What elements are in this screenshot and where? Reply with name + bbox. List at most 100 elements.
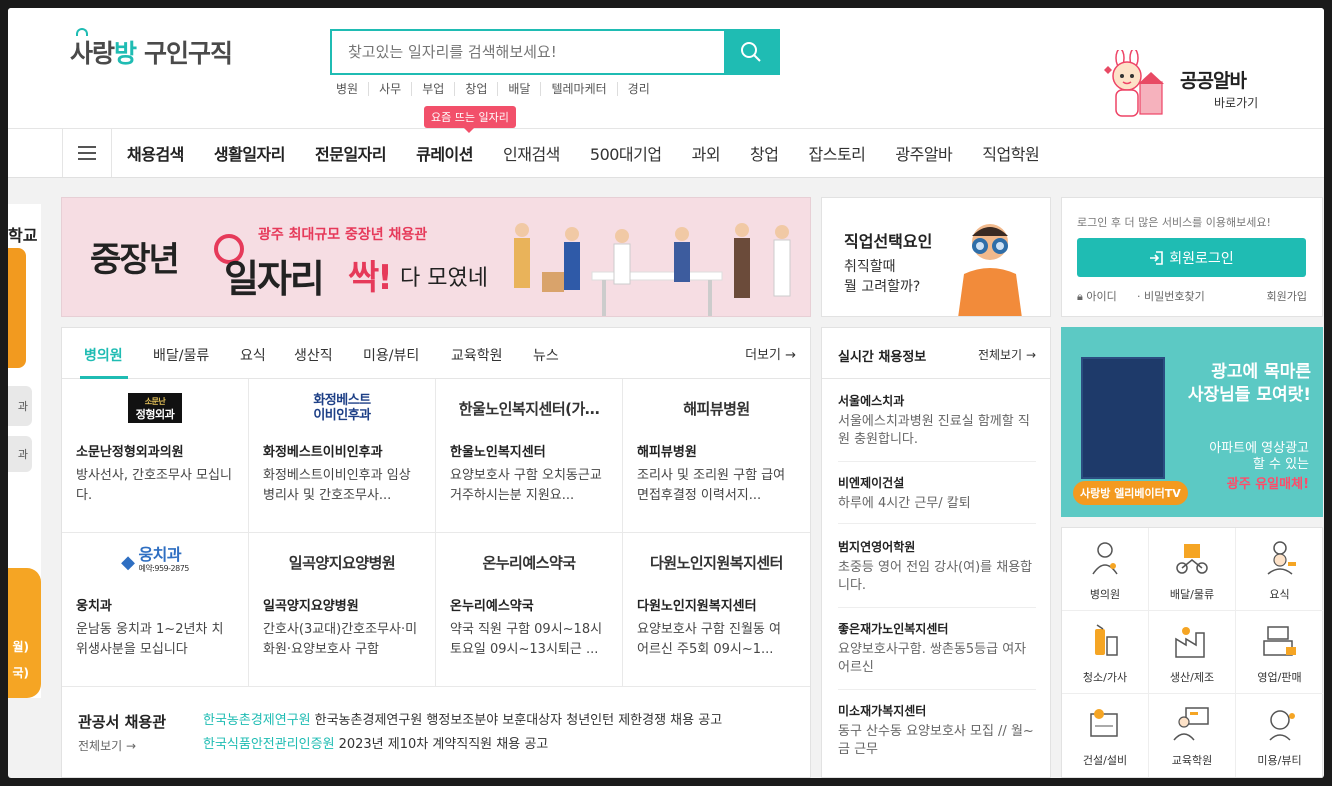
left-side-ad[interactable]: 학교 과 과 월) 국) [8, 204, 41, 698]
quick-link[interactable]: 창업 [454, 82, 497, 96]
find-id-link[interactable]: 🔒︎ 아이디 [1077, 288, 1117, 304]
company-name: 다원노인지원복지센터 [637, 599, 757, 614]
elevator-tv-ad[interactable]: 광고에 목마른 사장님들 모여랏! 아파트에 영상광고 할 수 있는 광주 유일매체… [1061, 327, 1323, 517]
logo-text: 화정베스트 [313, 393, 371, 408]
nav-item[interactable]: 큐레이션 [401, 141, 488, 165]
category-construction[interactable]: 건설/설비 [1062, 694, 1149, 777]
realtime-item[interactable]: 미소재가복지센터 동구 산수동 요양보호사 모집 // 월~금 근무 [838, 702, 1036, 772]
realtime-item[interactable]: 좋은재가노인복지센터 요양보호사구함. 쌍촌동5등급 여자어르신 [838, 620, 1036, 690]
job-card[interactable]: 화정베스트 이비인후과 화정베스트이비인후과 화정베스트이비인후과 임상병리사 … [249, 379, 436, 533]
company-name: 화정베스트이비인후과 [263, 445, 383, 460]
tab-news[interactable]: 뉴스 [533, 345, 559, 365]
search-icon [741, 42, 761, 62]
factory-icon [1175, 627, 1205, 658]
quick-link[interactable]: 텔레마케터 [540, 82, 616, 96]
nav-item[interactable]: 광주알바 [880, 141, 967, 165]
quick-link[interactable]: 배달 [497, 82, 540, 96]
category-delivery[interactable]: 배달/물류 [1149, 528, 1236, 611]
job-card[interactable]: ◆ 웅치과 예약:959-2875 웅치과 운남동 웅치과 1~2년차 치위생사… [62, 533, 249, 687]
search-box [330, 29, 780, 75]
category-tabs: 병의원 배달/물류 요식 생산직 미용/뷰티 교육학원 뉴스 더보기 → [62, 328, 810, 379]
tab-beauty[interactable]: 미용/뷰티 [363, 345, 419, 365]
tab-delivery[interactable]: 배달/물류 [153, 345, 209, 365]
gov-job-title: 한국농촌경제연구원 행정보조분야 보훈대상자 청년인턴 제한경쟁 채용 공고 [314, 713, 723, 728]
job-card[interactable]: 온누리예스약국 온누리예스약국 약국 직원 구함 09시~18시 토요일 09시… [436, 533, 623, 687]
nav-item[interactable]: 잡스토리 [794, 141, 881, 165]
logo-text: 웅치과 [138, 545, 182, 564]
search-button[interactable] [724, 31, 778, 73]
nav-item[interactable]: 채용검색 [112, 141, 199, 165]
divider [822, 378, 1050, 379]
scooter-icon [1176, 544, 1208, 574]
job-card[interactable]: 한울노인복지센터(가… 한울노인복지센터 요양보호사 구함 오치동근교거주하시는… [436, 379, 623, 533]
realtime-all-link[interactable]: 전체보기 → [978, 346, 1036, 363]
tab-hospital[interactable]: 병의원 [84, 345, 123, 365]
quick-link[interactable]: 병원 [336, 82, 368, 96]
side-ad-button[interactable]: 과 [8, 386, 32, 426]
find-pw-link[interactable]: · 비밀번호찾기 [1137, 288, 1205, 304]
nav-item[interactable]: 인재검색 [488, 141, 575, 165]
company-name: 해피뷰병원 [637, 445, 697, 460]
job-card[interactable]: 일곡양지요양병원 일곡양지요양병원 간호사(3교대)간호조무사·미화원·요양보호… [249, 533, 436, 687]
job-factor-card[interactable]: 직업선택요인 취직할때 뭘 고려할까? [821, 197, 1051, 317]
more-link[interactable]: 더보기 → [745, 344, 796, 363]
category-education[interactable]: 교육학원 [1149, 694, 1236, 777]
tab-education[interactable]: 교육학원 [451, 345, 503, 365]
join-link[interactable]: 회원가입 [1267, 288, 1307, 304]
arrow-right-icon: → [1025, 348, 1036, 362]
site-logo[interactable]: 사랑방 구인구직 [70, 28, 233, 70]
side-ad-footer-text: 국) [12, 666, 29, 680]
category-jobs-panel: 병의원 배달/물류 요식 생산직 미용/뷰티 교육학원 뉴스 더보기 → 소문난… [61, 327, 811, 778]
realtime-company: 비엔제이건설 [838, 476, 905, 490]
cleaning-icon [1095, 624, 1118, 656]
quick-link[interactable]: 부업 [411, 82, 454, 96]
job-card[interactable]: 다원노인지원복지센터 다원노인지원복지센터 요양보호사 구함 진월동 여 어르신… [623, 533, 810, 687]
public-job-link[interactable]: 공공알바 바로가기 [1096, 48, 1276, 123]
gov-job-row[interactable]: 한국식품안전관리인증원 2023년 제10차 계약직직원 채용 공고 [203, 733, 548, 752]
side-ad-button[interactable]: 과 [8, 436, 32, 472]
category-cleaning[interactable]: 청소/가사 [1062, 611, 1149, 694]
category-hospital[interactable]: 병의원 [1062, 528, 1149, 611]
public-sub: 바로가기 [1214, 96, 1259, 110]
tab-food[interactable]: 요식 [240, 345, 266, 365]
nav-item[interactable]: 과외 [677, 141, 735, 165]
nav-item[interactable]: 생활일자리 [199, 141, 300, 165]
tab-production[interactable]: 생산직 [294, 345, 333, 365]
nav-item[interactable]: 전문일자리 [300, 141, 401, 165]
job-card[interactable]: 소문난 정형외과 소문난정형외과의원 방사선사, 간호조무사 모십니다. [62, 379, 249, 533]
hamburger-menu-button[interactable] [62, 129, 112, 177]
logo-text-2: 방 [114, 39, 137, 68]
tv-ad-headline-line: 사장님들 모여랏! [1187, 385, 1311, 405]
job-description: 약국 직원 구함 09시~18시 토요일 09시~13시퇴근 ... [450, 622, 603, 657]
nav-item[interactable]: 창업 [735, 141, 793, 165]
login-button[interactable]: 회원로그인 [1077, 238, 1306, 277]
realtime-item[interactable]: 비엔제이건설 하루에 4시간 근무/ 칼퇴 [838, 474, 1036, 524]
gov-job-row[interactable]: 한국농촌경제연구원 한국농촌경제연구원 행정보조분야 보훈대상자 청년인턴 제한경… [203, 709, 722, 728]
company-logo: 일곡양지요양병원 [288, 553, 396, 572]
job-card[interactable]: 해피뷰병원 해피뷰병원 조리사 및 조리원 구함 급여면접후결정 이력서지... [623, 379, 810, 533]
realtime-item[interactable]: 범지연영어학원 초중등 영어 전임 강사(여)를 채용합니다. [838, 538, 1036, 608]
quick-link[interactable]: 사무 [368, 82, 411, 96]
gov-all-link[interactable]: 전체보기 → [78, 737, 136, 754]
category-beauty[interactable]: 미용/뷰티 [1236, 694, 1323, 777]
gov-org: 한국식품안전관리인증원 [203, 737, 335, 752]
category-label: 건설/설비 [1082, 754, 1128, 767]
stylist-icon [1268, 710, 1295, 741]
nav-item[interactable]: 500대기업 [575, 141, 677, 165]
category-food[interactable]: 요식 [1236, 528, 1323, 611]
quick-link[interactable]: 경리 [616, 82, 660, 96]
realtime-item[interactable]: 서울에스치과 서울에스치과병원 진료실 함께할 직원 충원합니다. [838, 392, 1036, 462]
register-icon [1262, 626, 1296, 656]
category-sales[interactable]: 영업/판매 [1236, 611, 1323, 694]
job-factor-title: 직업선택요인 [844, 232, 933, 251]
main-banner[interactable]: 광주 최대규모 중장년 채용관 중장년 일자리 싹! 다 모였네 [61, 197, 811, 317]
category-production[interactable]: 생산/제조 [1149, 611, 1236, 694]
login-button-label: 회원로그인 [1169, 250, 1234, 267]
category-label: 교육학원 [1171, 754, 1213, 767]
more-label: 더보기 [745, 348, 781, 363]
search-input[interactable] [332, 31, 724, 73]
realtime-company: 좋은재가노인복지센터 [838, 622, 949, 636]
nav-item[interactable]: 직업학원 [967, 141, 1054, 165]
realtime-company: 범지연영어학원 [838, 540, 916, 554]
trending-badge: 요즘 뜨는 일자리 [424, 106, 516, 133]
